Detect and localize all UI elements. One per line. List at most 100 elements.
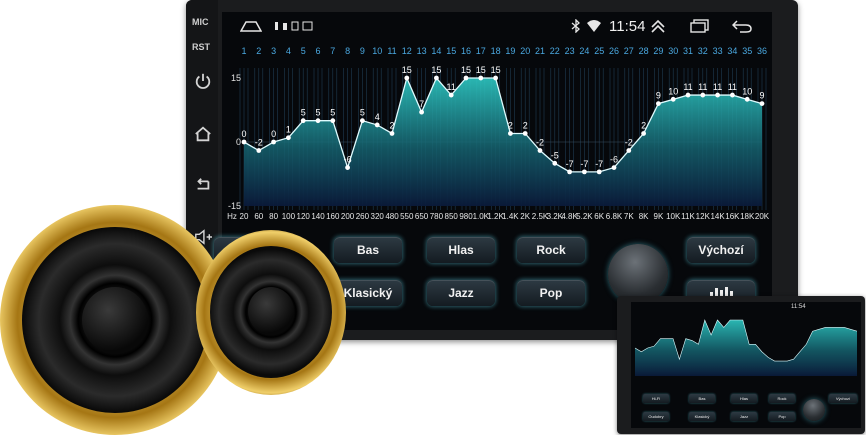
eq-band-handle[interactable] xyxy=(463,75,469,81)
volume-knob[interactable] xyxy=(608,244,668,304)
eq-band-handle[interactable] xyxy=(582,169,587,175)
band-number: 22 xyxy=(550,46,560,56)
band-number: 5 xyxy=(301,46,306,56)
thumb-bas-button[interactable]: Bas xyxy=(689,394,715,403)
band-number: 36 xyxy=(757,46,767,56)
back-arrow-icon[interactable] xyxy=(732,19,752,33)
eq-band-handle[interactable] xyxy=(315,118,321,124)
recent-apps-icon[interactable] xyxy=(690,19,710,33)
nav-home-icon[interactable] xyxy=(240,20,262,32)
frequency-label: 260 xyxy=(356,212,370,221)
frequency-label: 6.8K xyxy=(606,212,623,221)
thumb-volume-knob[interactable] xyxy=(803,399,825,421)
eq-band-handle[interactable] xyxy=(374,122,380,128)
preset-pop-button[interactable]: Pop xyxy=(517,280,585,306)
band-number: 15 xyxy=(446,46,456,56)
thumb-jazz-button[interactable]: Jazz xyxy=(731,412,757,421)
band-number: 1 xyxy=(241,46,246,56)
thumb-hifi-button[interactable]: Hi-Fi xyxy=(643,394,669,403)
band-number: 3 xyxy=(271,46,276,56)
eq-band-handle[interactable] xyxy=(241,139,247,145)
eq-band-handle[interactable] xyxy=(508,131,513,136)
band-value-label: 15 xyxy=(402,65,412,75)
eq-band-handle[interactable] xyxy=(567,169,572,175)
eq-band-handle[interactable] xyxy=(700,92,706,98)
preset-vychozi-button[interactable]: Výchozí xyxy=(687,237,755,263)
eq-band-handle[interactable] xyxy=(685,92,691,98)
eq-band-handle[interactable] xyxy=(286,135,291,141)
eq-band-handle[interactable] xyxy=(641,131,646,136)
band-number: 17 xyxy=(476,46,486,56)
preset-rock-button[interactable]: Rock xyxy=(517,237,585,263)
band-value-label: 5 xyxy=(360,108,365,118)
rst-button[interactable]: RST xyxy=(192,42,210,52)
band-value-label: 5 xyxy=(315,108,320,118)
eq-band-handle[interactable] xyxy=(611,165,617,170)
eq-band-handle[interactable] xyxy=(271,139,276,145)
band-value-label: -6 xyxy=(610,155,618,165)
eq-band-handle[interactable] xyxy=(552,160,558,166)
equalizer-graph[interactable]: 0-20 15 5 5-65 42157151115 15 152 2-2-5-7 -7 -7 -6… xyxy=(222,42,772,232)
thumb-rock-button[interactable]: Rock xyxy=(769,394,795,403)
eq-band-handle[interactable] xyxy=(389,131,395,136)
band-number: 12 xyxy=(402,46,412,56)
eq-band-handle[interactable] xyxy=(759,101,765,106)
eq-band-handle[interactable] xyxy=(434,75,439,81)
eq-band-handle[interactable] xyxy=(478,75,484,81)
eq-band-handle[interactable] xyxy=(256,148,262,153)
band-value-label: 10 xyxy=(668,86,678,96)
mic-label: MIC xyxy=(192,17,209,27)
band-value-label: 11 xyxy=(683,82,692,92)
band-value-label: -7 xyxy=(595,159,603,169)
frequency-label: 850 xyxy=(445,212,459,221)
eq-band-handle[interactable] xyxy=(448,92,454,98)
eq-band-handle[interactable] xyxy=(360,118,365,124)
frequency-label: 120 xyxy=(297,212,311,221)
eq-band-handle[interactable] xyxy=(330,118,336,124)
band-number: 25 xyxy=(594,46,604,56)
frequency-label: 11K xyxy=(681,212,695,221)
eq-band-handle[interactable] xyxy=(493,75,498,81)
preset-jazz-button[interactable]: Jazz xyxy=(427,280,495,306)
frequency-label: 16K xyxy=(725,212,740,221)
thumb-hlas-button[interactable]: Hlas xyxy=(731,394,757,403)
eq-band-handle[interactable] xyxy=(656,101,661,106)
eq-band-handle[interactable] xyxy=(419,109,424,115)
eq-band-handle[interactable] xyxy=(300,118,306,124)
band-value-label: 7 xyxy=(419,99,424,109)
home-icon[interactable] xyxy=(194,125,212,143)
band-number: 21 xyxy=(535,46,545,56)
band-value-label: 2 xyxy=(508,120,513,130)
preset-bas-button[interactable]: Bas xyxy=(334,237,402,263)
frequency-label: 650 xyxy=(415,212,429,221)
eq-band-handle[interactable] xyxy=(345,165,350,170)
thumb-pop-button[interactable]: Pop xyxy=(769,412,795,421)
preset-hlas-button[interactable]: Hlas xyxy=(427,237,495,263)
eq-band-handle[interactable] xyxy=(522,131,528,136)
eq-band-handle[interactable] xyxy=(596,169,602,175)
thumbnail-screen: 11:54 Hi-Fi Bas Hlas Rock Výchozí Oudobr… xyxy=(631,302,861,428)
band-number: 27 xyxy=(624,46,634,56)
band-value-label: 4 xyxy=(375,112,380,122)
band-value-label: -2 xyxy=(536,138,544,148)
eq-band-handle[interactable] xyxy=(715,92,720,98)
eq-band-handle[interactable] xyxy=(670,96,676,102)
expand-icon[interactable] xyxy=(650,19,666,33)
eq-band-handle[interactable] xyxy=(537,148,543,153)
power-icon[interactable] xyxy=(194,72,212,90)
eq-band-handle[interactable] xyxy=(730,92,735,98)
frequency-label: 6K xyxy=(594,212,604,221)
eq-band-handle[interactable] xyxy=(626,148,632,153)
thumb-klasicky-button[interactable]: Klasický xyxy=(689,412,715,421)
thumb-vychozi-button[interactable]: Výchozí xyxy=(829,394,857,403)
frequency-label: 20K xyxy=(755,212,770,221)
band-number: 31 xyxy=(683,46,693,56)
frequency-label: 10K xyxy=(666,212,681,221)
eq-band-handle[interactable] xyxy=(744,96,750,102)
back-icon[interactable] xyxy=(194,176,212,194)
thumb-oudobry-button[interactable]: Oudobry xyxy=(643,412,669,421)
clock: 11:54 xyxy=(609,18,646,35)
eq-band-handle[interactable] xyxy=(404,75,410,81)
thumbnail-eq-graph xyxy=(634,319,858,376)
frequency-label: 20 xyxy=(240,212,249,221)
